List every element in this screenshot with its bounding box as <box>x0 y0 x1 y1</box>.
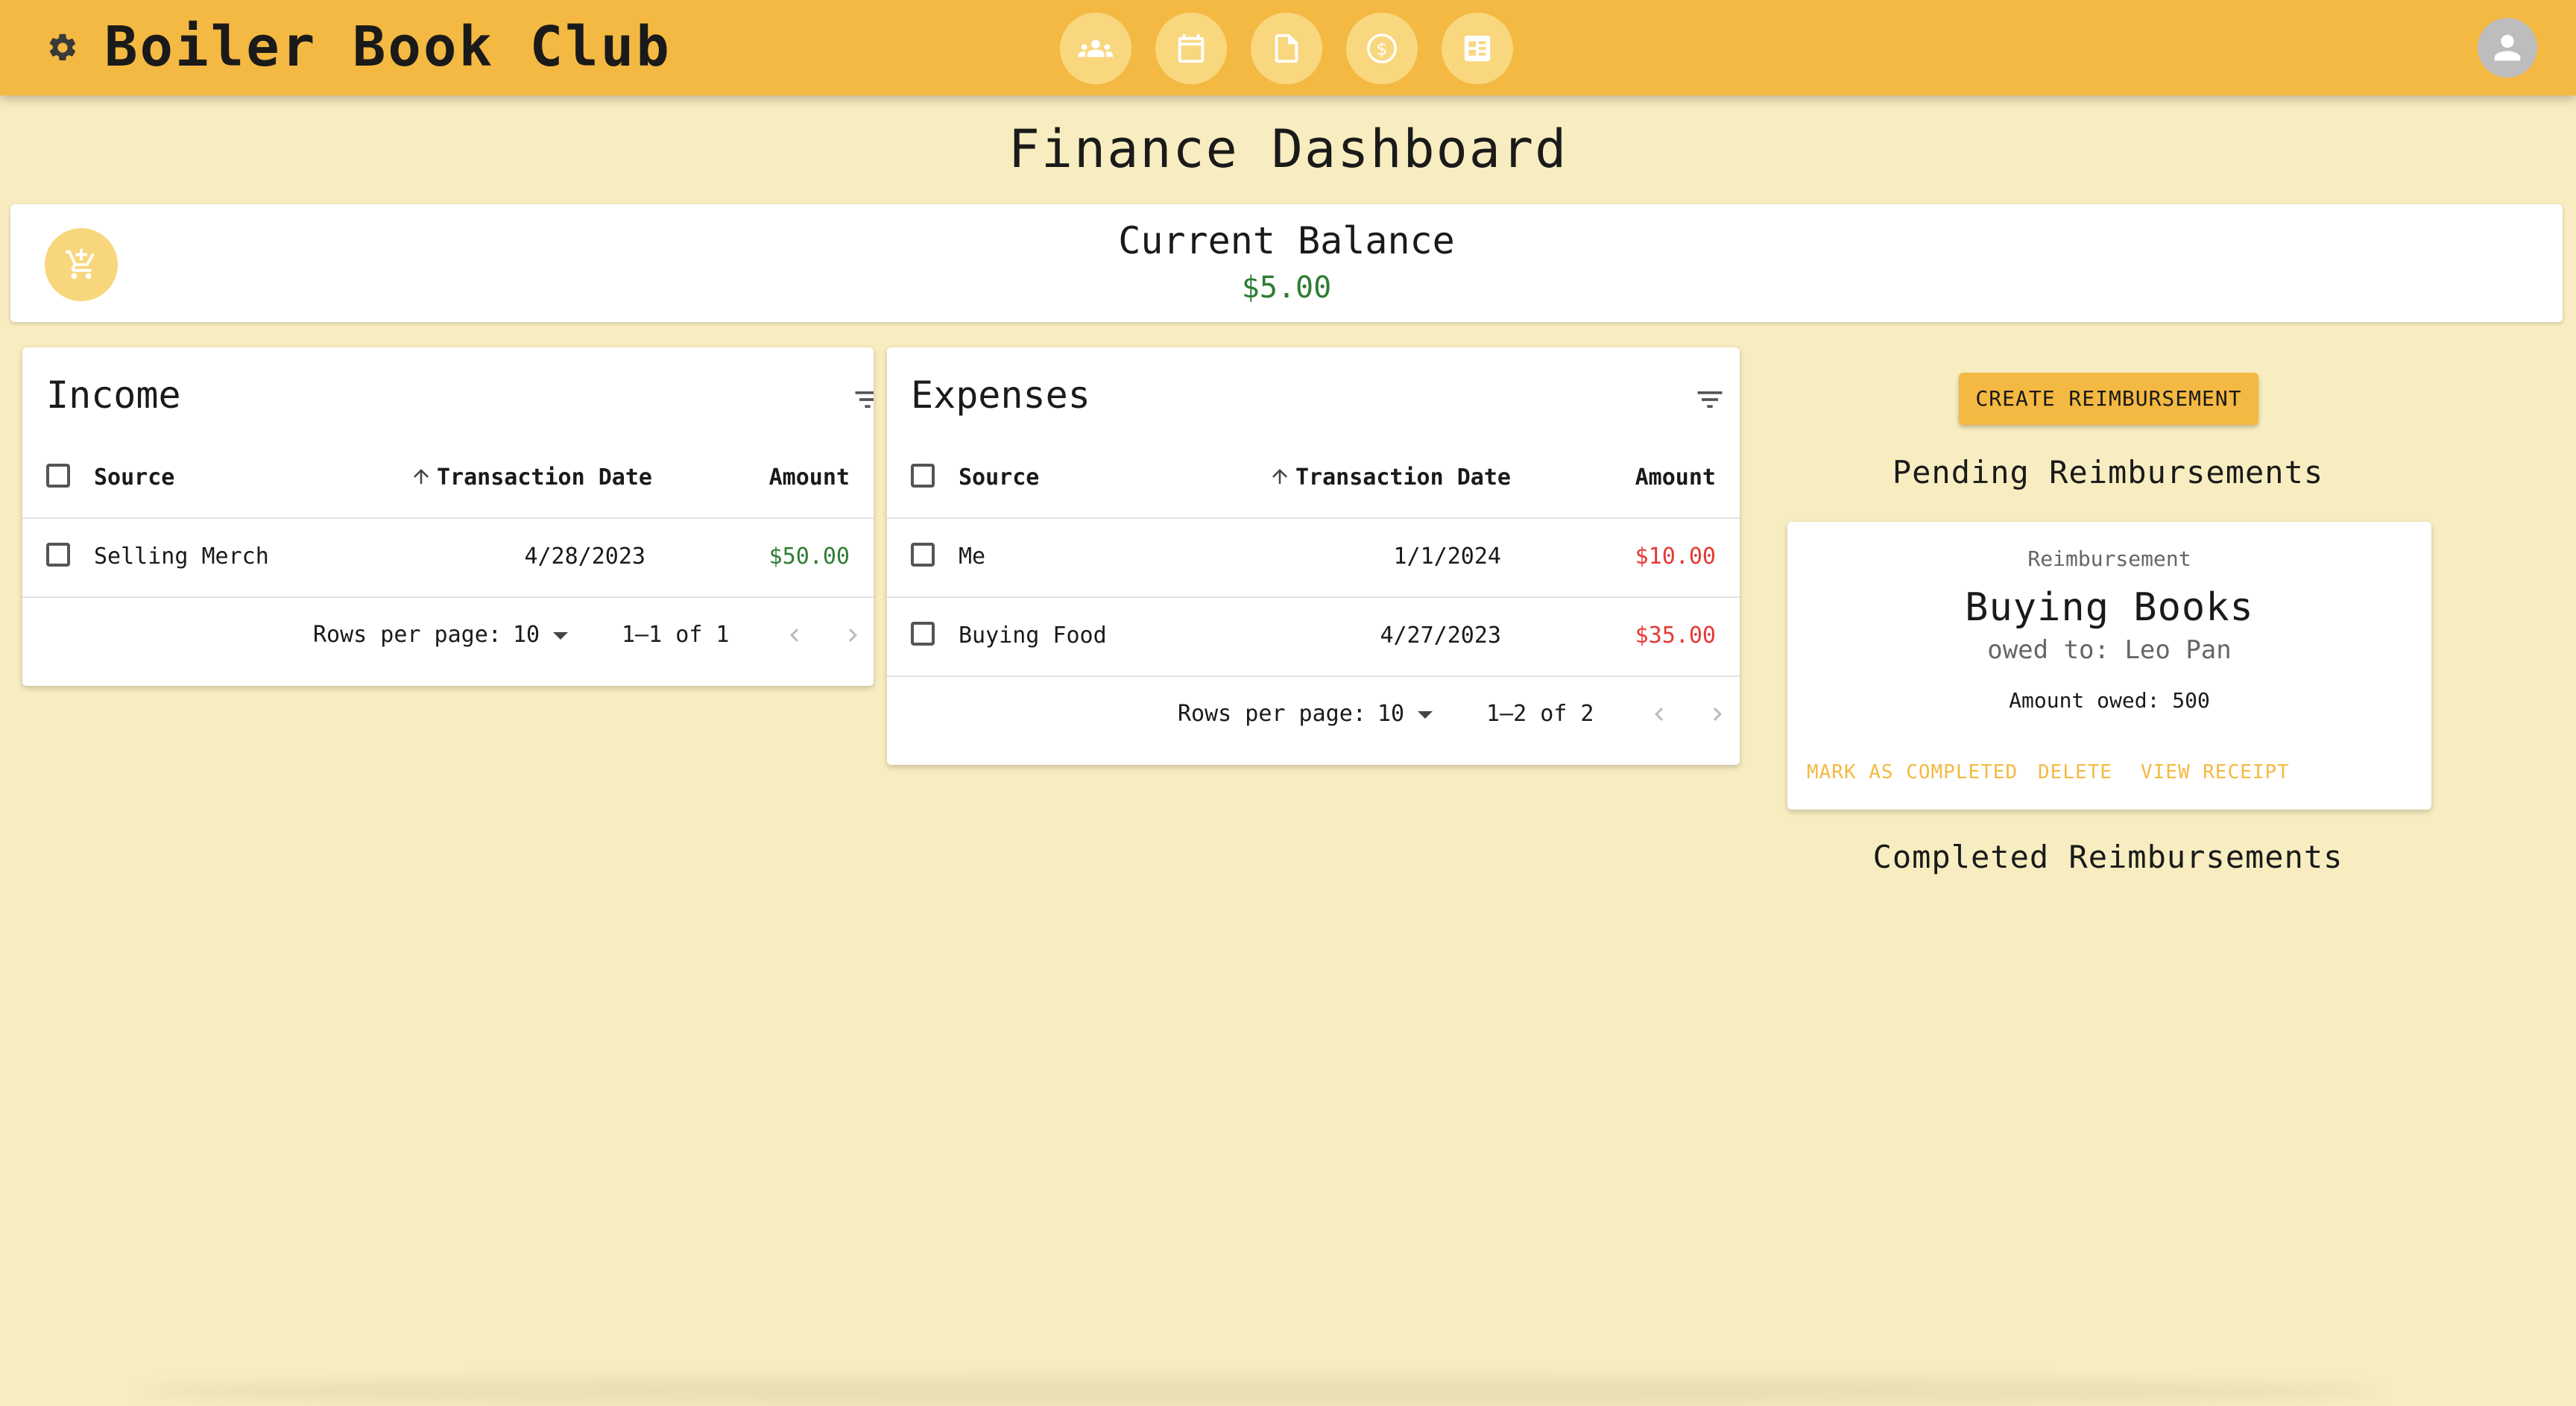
filter-icon[interactable] <box>1693 383 1726 416</box>
prev-page-icon[interactable] <box>1646 701 1673 728</box>
app-brand-title[interactable]: Boiler Book Club <box>104 13 672 81</box>
pending-reimbursements-heading: Pending Reimbursements <box>1892 454 2324 491</box>
view-receipt-button[interactable]: VIEW RECEIPT <box>2141 757 2290 787</box>
pagination: Rows per page: 10 1–2 of 2 <box>887 675 1740 753</box>
document-icon <box>1275 34 1298 63</box>
cell-source: Buying Food <box>959 622 1107 649</box>
rows-per-page-label: Rows per page: <box>313 622 502 648</box>
balance-card: Current Balance $5.00 <box>10 204 2563 322</box>
calendar-icon <box>1178 34 1205 63</box>
prev-page-icon[interactable] <box>781 622 808 649</box>
expenses-title: Expenses <box>911 373 1090 417</box>
sort-arrow-up-icon <box>414 469 429 484</box>
avatar[interactable] <box>2478 18 2537 78</box>
cell-amount: $10.00 <box>1635 543 1716 570</box>
reimbursement-card: Reimbursement Buying Books owed to: Leo … <box>1787 522 2431 810</box>
cell-date: 1/1/2024 <box>1393 543 1502 570</box>
nav-reports-button[interactable] <box>1442 13 1513 84</box>
next-page-icon[interactable] <box>1704 701 1731 728</box>
select-all-checkbox[interactable] <box>46 464 70 488</box>
list-icon <box>1464 35 1491 62</box>
reimbursement-amount: Amount owed: 500 <box>2009 688 2210 713</box>
page-range: 1–1 of 1 <box>622 622 730 648</box>
reimbursement-overline: Reimbursement <box>2027 546 2191 571</box>
table-row[interactable]: Buying Food 4/27/2023 $35.00 <box>887 596 1740 677</box>
expenses-table-card: Expenses Source Transaction Date Amount … <box>887 347 1740 765</box>
cell-amount: $35.00 <box>1635 622 1716 649</box>
column-header-amount[interactable]: Amount <box>769 438 850 517</box>
page-title: Finance Dashboard <box>1008 119 1568 180</box>
nav-finance-button[interactable]: $ <box>1346 13 1418 84</box>
completed-reimbursements-heading: Completed Reimbursements <box>1872 839 2343 875</box>
create-reimbursement-button[interactable]: CREATE REIMBURSEMENT <box>1959 373 2258 425</box>
page-bottom-shadow <box>134 1376 2385 1406</box>
cell-source: Me <box>959 543 986 570</box>
rows-per-page-select[interactable]: 10 <box>513 596 569 674</box>
rows-per-page-value: 10 <box>1377 701 1405 727</box>
group-icon <box>1079 40 1113 57</box>
column-header-amount[interactable]: Amount <box>1635 438 1716 517</box>
nav-members-button[interactable] <box>1060 13 1131 84</box>
reimbursement-owed-to: owed to: Leo Pan <box>1987 635 2232 665</box>
page-range: 1–2 of 2 <box>1486 701 1594 727</box>
rows-per-page-value: 10 <box>513 622 540 648</box>
table-row[interactable]: Me 1/1/2024 $10.00 <box>887 517 1740 598</box>
mark-completed-button[interactable]: MARK AS COMPLETED <box>1807 757 2018 787</box>
reimbursement-title: Buying Books <box>1965 585 2254 630</box>
svg-text:$: $ <box>1377 40 1388 60</box>
filter-icon[interactable] <box>851 383 874 416</box>
app-bar: Boiler Book Club $ <box>0 0 2576 95</box>
balance-value: $5.00 <box>1241 271 1332 305</box>
dollar-icon: $ <box>1367 34 1397 63</box>
rows-per-page-label: Rows per page: <box>1178 701 1366 727</box>
person-icon <box>2494 34 2521 61</box>
pagination: Rows per page: 10 1–1 of 1 <box>22 596 874 674</box>
table-row[interactable]: Selling Merch 4/28/2023 $50.00 <box>22 517 874 598</box>
next-page-icon[interactable] <box>839 622 866 649</box>
select-all-checkbox[interactable] <box>911 464 935 488</box>
column-header-date[interactable]: Transaction Date <box>410 438 652 517</box>
dropdown-arrow-icon <box>1418 710 1433 719</box>
column-header-date-label: Transaction Date <box>437 464 652 491</box>
row-checkbox[interactable] <box>911 622 935 646</box>
rows-per-page-select[interactable]: 10 <box>1377 675 1433 753</box>
row-checkbox[interactable] <box>46 543 70 567</box>
sort-arrow-up-icon <box>1272 469 1287 484</box>
expenses-header-row: Source Transaction Date Amount <box>887 438 1740 519</box>
nav-documents-button[interactable] <box>1251 13 1322 84</box>
income-header-row: Source Transaction Date Amount <box>22 438 874 519</box>
column-header-date-label: Transaction Date <box>1295 464 1511 491</box>
income-table-card: Income Source Transaction Date Amount Se… <box>22 347 874 686</box>
nav-calendar-button[interactable] <box>1155 13 1227 84</box>
row-checkbox[interactable] <box>911 543 935 567</box>
cell-source: Selling Merch <box>94 543 269 570</box>
column-header-source[interactable]: Source <box>94 438 174 517</box>
gear-icon[interactable] <box>46 31 79 64</box>
delete-button[interactable]: DELETE <box>2038 757 2112 787</box>
column-header-source[interactable]: Source <box>959 438 1039 517</box>
cell-date: 4/28/2023 <box>524 543 645 570</box>
cell-amount: $50.00 <box>768 543 850 570</box>
cell-date: 4/27/2023 <box>1380 622 1501 649</box>
balance-label: Current Balance <box>1118 219 1455 262</box>
column-header-date[interactable]: Transaction Date <box>1269 438 1511 517</box>
dropdown-arrow-icon <box>553 631 569 640</box>
income-title: Income <box>46 373 181 417</box>
